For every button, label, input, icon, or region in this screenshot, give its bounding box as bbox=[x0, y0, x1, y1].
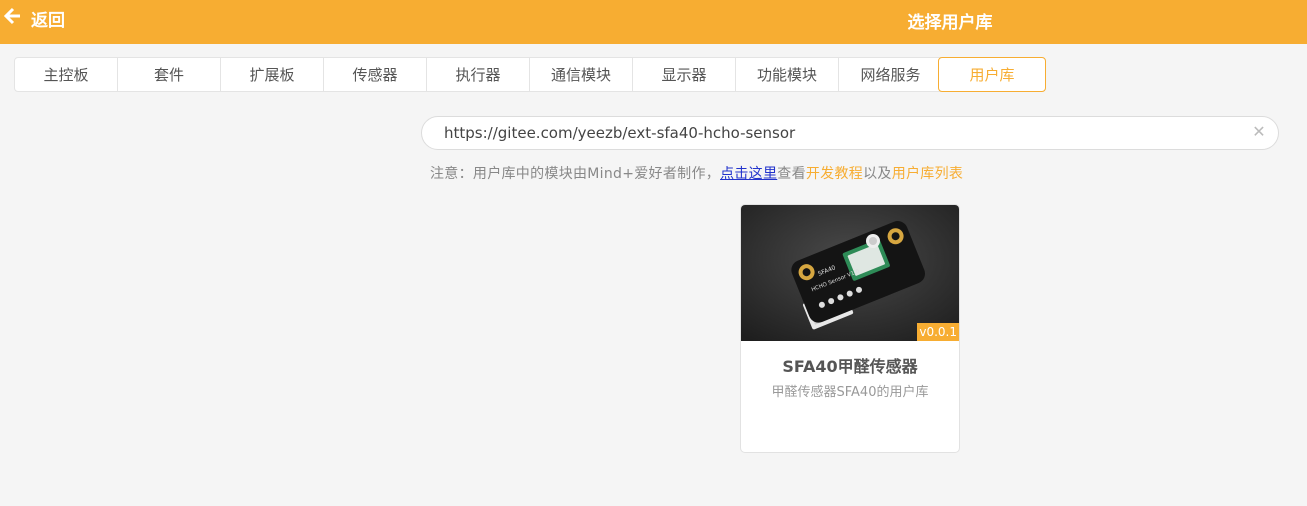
category-tabs: 主控板 套件 扩展板 传感器 执行器 通信模块 显示器 功能模块 网络服务 用户… bbox=[14, 57, 1046, 92]
header-bar: 返回 选择用户库 bbox=[0, 0, 1307, 44]
card-title: SFA40甲醛传感器 bbox=[782, 357, 918, 376]
click-here-link[interactable]: 点击这里 bbox=[720, 166, 777, 182]
note-middle: 查看 bbox=[777, 166, 806, 182]
tutorial-link[interactable]: 开发教程 bbox=[806, 166, 863, 182]
tab-sensors[interactable]: 传感器 bbox=[324, 58, 427, 91]
note-prefix: 注意：用户库中的模块由Mind+爱好者制作， bbox=[430, 166, 721, 182]
tab-displays[interactable]: 显示器 bbox=[633, 58, 736, 91]
tab-function-modules[interactable]: 功能模块 bbox=[736, 58, 839, 91]
card-description: 甲醛传感器SFA40的用户库 bbox=[771, 385, 929, 400]
close-icon[interactable]: ✕ bbox=[1252, 124, 1266, 140]
tab-actuators[interactable]: 执行器 bbox=[427, 58, 530, 91]
library-card[interactable]: SFA40 HCHO Sensor V1.0 v0.0.1 SFA40甲醛传感器… bbox=[740, 204, 960, 453]
tab-communication[interactable]: 通信模块 bbox=[530, 58, 633, 91]
sensor-board-image: SFA40 HCHO Sensor V1.0 bbox=[741, 205, 959, 341]
note-conj: 以及 bbox=[863, 166, 892, 182]
page-title: 选择用户库 bbox=[907, 13, 993, 33]
library-url-input[interactable] bbox=[442, 123, 1246, 143]
library-list-link[interactable]: 用户库列表 bbox=[892, 166, 964, 182]
tab-kits[interactable]: 套件 bbox=[118, 58, 221, 91]
tab-expansion-board[interactable]: 扩展板 bbox=[221, 58, 324, 91]
tab-user-library[interactable]: 用户库 bbox=[938, 57, 1046, 92]
tab-network-services[interactable]: 网络服务 bbox=[839, 58, 942, 91]
user-library-note: 注意：用户库中的模块由Mind+爱好者制作，点击这里查看开发教程以及用户库列表 bbox=[430, 163, 963, 183]
tab-mainboard[interactable]: 主控板 bbox=[15, 58, 118, 91]
search-bar: ✕ bbox=[421, 116, 1279, 150]
version-badge: v0.0.1 bbox=[917, 323, 959, 341]
